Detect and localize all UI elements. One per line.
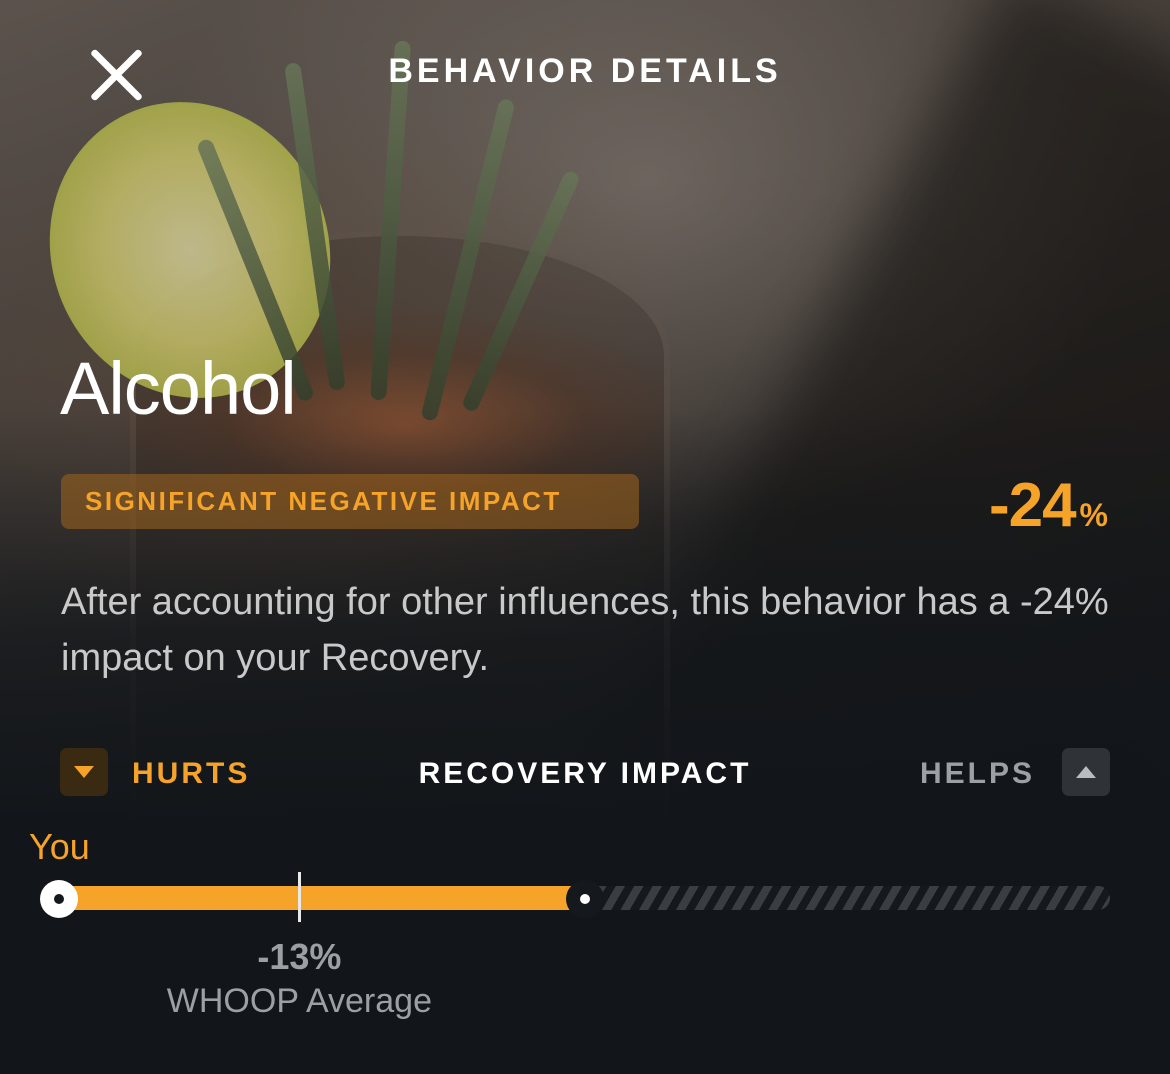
impact-legend: HURTS RECOVERY IMPACT HELPS: [0, 748, 1170, 798]
you-label: You: [29, 826, 90, 867]
impact-description: After accounting for other influences, t…: [61, 581, 1109, 679]
triangle-up-icon[interactable]: [1062, 748, 1110, 796]
scale-start-marker: [40, 880, 78, 918]
you-marker: [566, 880, 604, 918]
average-caption: WHOOP Average: [166, 982, 432, 1020]
impact-percentage-unit: %: [1079, 497, 1108, 533]
impact-badge: SIGNIFICANT NEGATIVE IMPACT: [61, 474, 639, 529]
impact-percentage-value: -24: [988, 471, 1077, 540]
behavior-name: Alcohol: [60, 347, 297, 430]
average-marker: [298, 872, 302, 922]
impact-percentage: -24 %: [989, 470, 1108, 541]
helps-label: HELPS: [919, 757, 1035, 790]
impact-badge-label: SIGNIFICANT NEGATIVE IMPACT: [85, 486, 562, 516]
impact-scale-fill: [60, 886, 585, 910]
average-value: -13%: [257, 936, 342, 977]
page-title: BEHAVIOR DETAILS: [388, 52, 782, 90]
